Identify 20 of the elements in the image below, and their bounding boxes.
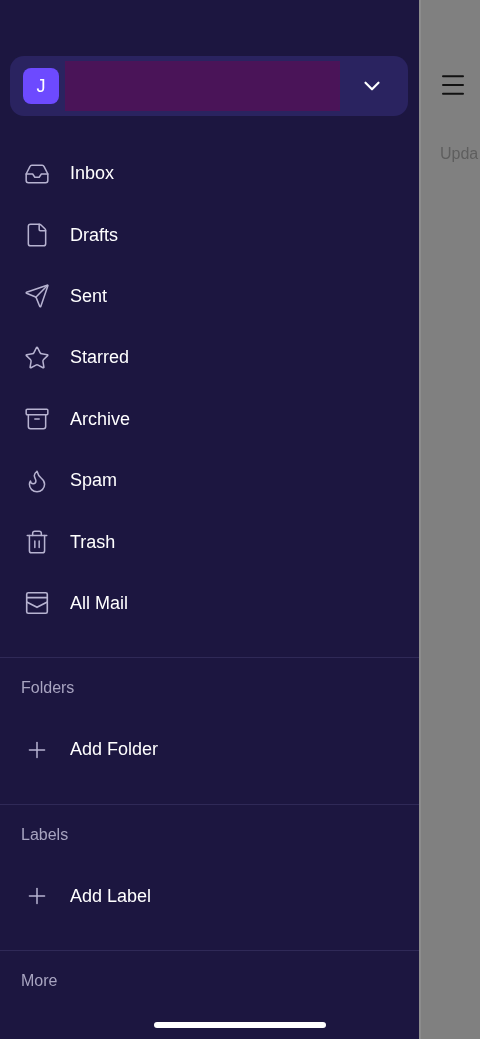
menu-item[interactable]: Inbox <box>0 143 419 205</box>
menu-item[interactable]: Sent <box>0 265 419 328</box>
menu-item[interactable]: Add Label <box>0 865 419 927</box>
trash-icon <box>24 529 50 556</box>
envelope-tray-icon <box>24 590 50 617</box>
menu-item[interactable]: Add Folder <box>0 719 419 781</box>
menu-item[interactable]: Archive <box>0 388 419 450</box>
star-icon <box>24 344 50 371</box>
section-title: More <box>20 970 58 991</box>
account-switcher[interactable]: J <box>10 56 408 116</box>
menu-item[interactable]: Drafts <box>0 204 419 266</box>
menu-item[interactable]: Spam <box>0 449 419 512</box>
menu-item[interactable]: Trash <box>0 511 419 573</box>
paper-plane-icon <box>24 283 50 310</box>
section-title: Labels <box>20 824 69 845</box>
menu-item[interactable]: Starred <box>0 327 419 389</box>
archive-box-icon <box>24 406 50 433</box>
avatar: J <box>23 68 59 104</box>
menu-item[interactable]: All Mail <box>0 572 419 635</box>
section-title: Folders <box>20 678 75 699</box>
